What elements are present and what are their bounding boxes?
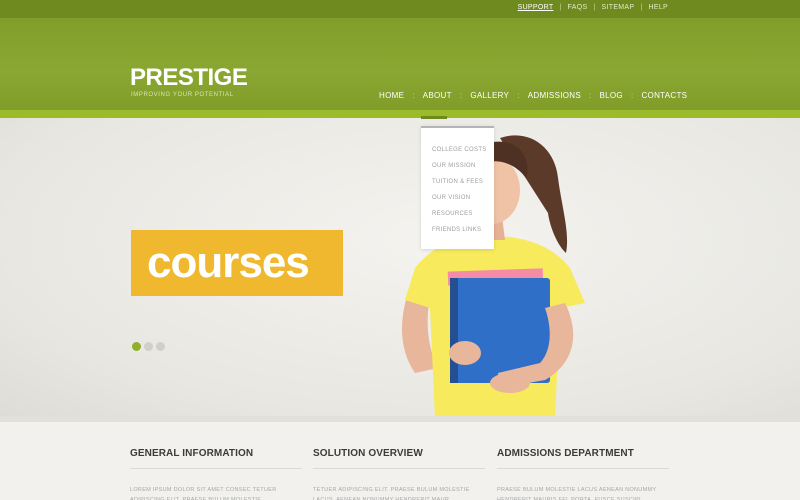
column-general-information: GENERAL INFORMATION LOREM IPSUM DOLOR SI… xyxy=(130,448,302,500)
top-link-help[interactable]: HELP xyxy=(649,4,669,11)
slider-pagination xyxy=(132,342,165,351)
header-accent-line xyxy=(0,110,800,118)
column-text: LOREM IPSUM DOLOR SIT AMET CONSEC TETUER… xyxy=(130,487,277,500)
slider-dot-3[interactable] xyxy=(156,342,165,351)
column-admissions-department: ADMISSIONS DEPARTMENT PRAESE BULUM MOLES… xyxy=(497,448,669,500)
column-title: GENERAL INFORMATION xyxy=(130,448,302,469)
top-link-support[interactable]: SUPPORT xyxy=(518,4,554,11)
nav-home[interactable]: HOME xyxy=(379,91,404,100)
nav-separator: : xyxy=(517,91,520,100)
courses-banner[interactable]: courses xyxy=(131,230,343,296)
slider-dot-1[interactable] xyxy=(132,342,141,351)
dropdown-item-resources[interactable]: RESOURCES xyxy=(432,211,473,217)
slider-dot-2[interactable] xyxy=(144,342,153,351)
dropdown-item-our-mission[interactable]: OUR MISSION xyxy=(432,163,476,169)
column-title: SOLUTION OVERVIEW xyxy=(313,448,485,469)
top-utility-bar xyxy=(0,0,800,18)
column-solution-overview: SOLUTION OVERVIEW TETUER ADIPISCING ELIT… xyxy=(313,448,485,500)
separator: | xyxy=(593,4,596,11)
nav-separator: : xyxy=(588,91,592,100)
top-link-sitemap[interactable]: SITEMAP xyxy=(602,4,635,11)
column-text: TETUER ADIPISCING ELIT. PRAESE BULUM MOL… xyxy=(313,487,470,500)
nav-gallery[interactable]: GALLERY xyxy=(470,91,509,100)
dropdown-item-our-vision[interactable]: OUR VISION xyxy=(432,195,470,201)
main-nav: HOME : ABOUT : GALLERY : ADMISSIONS : BL… xyxy=(379,91,687,100)
column-title: ADMISSIONS DEPARTMENT xyxy=(497,448,669,469)
top-links: SUPPORT | FAQS | SITEMAP | HELP xyxy=(518,4,668,11)
nav-separator: : xyxy=(459,91,463,100)
brand-tagline: IMPROVING YOUR POTENTIAL xyxy=(131,92,234,98)
nav-separator: : xyxy=(630,91,634,100)
column-text: PRAESE BULUM MOLESTIE LACUS AENEAN NONUM… xyxy=(497,487,657,500)
dropdown-item-tuition-fees[interactable]: TUITION & FEES xyxy=(432,179,483,185)
dropdown-item-friends-links[interactable]: FRIENDS LINKS xyxy=(432,227,481,233)
about-dropdown-menu: COLLEGE COSTS OUR MISSION TUITION & FEES… xyxy=(421,126,494,249)
separator: | xyxy=(559,4,562,11)
nav-admissions[interactable]: ADMISSIONS xyxy=(528,91,581,100)
nav-contacts[interactable]: CONTACTS xyxy=(641,91,687,100)
top-link-faqs[interactable]: FAQS xyxy=(568,4,588,11)
dropdown-item-college-costs[interactable]: COLLEGE COSTS xyxy=(432,147,487,153)
active-menu-indicator xyxy=(421,116,447,119)
separator: | xyxy=(640,4,643,11)
brand-logo[interactable]: PRESTIGE xyxy=(130,66,248,90)
nav-separator: : xyxy=(412,91,415,100)
nav-blog[interactable]: BLOG xyxy=(600,91,623,100)
nav-about[interactable]: ABOUT xyxy=(423,91,452,100)
